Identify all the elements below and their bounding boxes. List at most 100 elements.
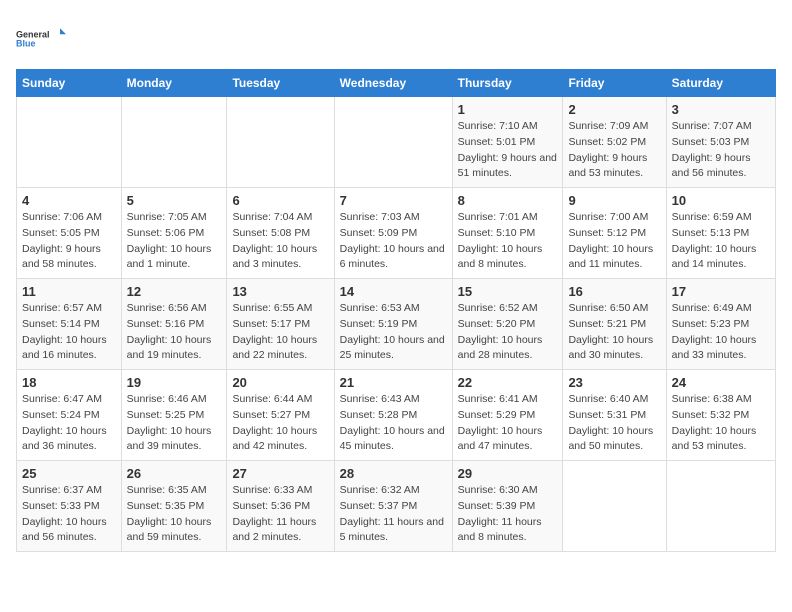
day-cell: [227, 97, 334, 188]
day-cell: 20Sunrise: 6:44 AMSunset: 5:27 PMDayligh…: [227, 370, 334, 461]
day-cell: 1Sunrise: 7:10 AMSunset: 5:01 PMDaylight…: [452, 97, 563, 188]
header-cell-friday: Friday: [563, 70, 666, 97]
day-cell: 26 Sunrise: 6:35 AMSunset: 5:35 PMDayligh…: [121, 461, 227, 552]
day-cell: 10Sunrise: 6:59 AMSunset: 5:13 PMDayligh…: [666, 188, 775, 279]
day-info: Sunrise: 6:32 AMSunset: 5:37 PMDaylight:…: [340, 483, 447, 546]
day-cell: [334, 97, 452, 188]
header-cell-sunday: Sunday: [17, 70, 122, 97]
day-cell: 28 Sunrise: 6:32 AMSunset: 5:37 PMDayligh…: [334, 461, 452, 552]
day-info: Sunrise: 7:01 AMSunset: 5:10 PMDaylight:…: [458, 210, 558, 273]
day-number: 27: [232, 466, 328, 481]
day-cell: [666, 461, 775, 552]
day-info: Sunrise: 6:38 AMSunset: 5:32 PMDaylight:…: [672, 392, 770, 455]
day-cell: 25Sunrise: 6:37 AMSunset: 5:33 PMDayligh…: [17, 461, 122, 552]
header-cell-saturday: Saturday: [666, 70, 775, 97]
day-cell: 16 Sunrise: 6:50 AMSunset: 5:21 PMDayligh…: [563, 279, 666, 370]
day-number: 22: [458, 375, 558, 390]
day-cell: 19 Sunrise: 6:46 AMSunset: 5:25 PMDayligh…: [121, 370, 227, 461]
day-cell: 3 Sunrise: 7:07 AMSunset: 5:03 PMDaylight…: [666, 97, 775, 188]
day-info: Sunrise: 6:44 AMSunset: 5:27 PMDaylight:…: [232, 392, 328, 455]
day-number: 3: [672, 102, 770, 117]
header-cell-thursday: Thursday: [452, 70, 563, 97]
day-info: Sunrise: 7:05 AMSunset: 5:06 PMDaylight:…: [127, 210, 222, 273]
logo-svg: General Blue: [16, 16, 66, 61]
day-cell: 11 Sunrise: 6:57 AMSunset: 5:14 PMDayligh…: [17, 279, 122, 370]
day-info: Sunrise: 6:30 AMSunset: 5:39 PMDaylight:…: [458, 483, 558, 546]
week-row-3: 11 Sunrise: 6:57 AMSunset: 5:14 PMDayligh…: [17, 279, 776, 370]
day-cell: 17 Sunrise: 6:49 AMSunset: 5:23 PMDayligh…: [666, 279, 775, 370]
day-info: Sunrise: 6:59 AMSunset: 5:13 PMDaylight:…: [672, 210, 770, 273]
day-info: Sunrise: 6:37 AMSunset: 5:33 PMDaylight:…: [22, 483, 116, 546]
logo: General Blue: [16, 16, 66, 61]
day-info: Sunrise: 6:46 AMSunset: 5:25 PMDaylight:…: [127, 392, 222, 455]
day-cell: 13 Sunrise: 6:55 AMSunset: 5:17 PMDayligh…: [227, 279, 334, 370]
day-info: Sunrise: 7:06 AMSunset: 5:05 PMDaylight:…: [22, 210, 116, 273]
day-info: Sunrise: 7:03 AMSunset: 5:09 PMDaylight:…: [340, 210, 447, 273]
day-number: 12: [127, 284, 222, 299]
day-cell: 2 Sunrise: 7:09 AMSunset: 5:02 PMDaylight…: [563, 97, 666, 188]
week-row-5: 25Sunrise: 6:37 AMSunset: 5:33 PMDayligh…: [17, 461, 776, 552]
day-number: 7: [340, 193, 447, 208]
week-row-4: 18 Sunrise: 6:47 AMSunset: 5:24 PMDayligh…: [17, 370, 776, 461]
day-number: 6: [232, 193, 328, 208]
day-cell: 27 Sunrise: 6:33 AMSunset: 5:36 PMDayligh…: [227, 461, 334, 552]
header-cell-monday: Monday: [121, 70, 227, 97]
day-cell: 21 Sunrise: 6:43 AMSunset: 5:28 PMDayligh…: [334, 370, 452, 461]
day-number: 21: [340, 375, 447, 390]
day-cell: 8 Sunrise: 7:01 AMSunset: 5:10 PMDaylight…: [452, 188, 563, 279]
day-info: Sunrise: 7:04 AMSunset: 5:08 PMDaylight:…: [232, 210, 328, 273]
day-number: 29: [458, 466, 558, 481]
day-info: Sunrise: 7:07 AMSunset: 5:03 PMDaylight:…: [672, 119, 770, 182]
header-cell-wednesday: Wednesday: [334, 70, 452, 97]
day-number: 15: [458, 284, 558, 299]
calendar-table: SundayMondayTuesdayWednesdayThursdayFrid…: [16, 69, 776, 552]
header: General Blue: [16, 16, 776, 61]
day-info: Sunrise: 6:47 AMSunset: 5:24 PMDaylight:…: [22, 392, 116, 455]
day-cell: 4 Sunrise: 7:06 AMSunset: 5:05 PMDaylight…: [17, 188, 122, 279]
day-number: 28: [340, 466, 447, 481]
day-cell: 22 Sunrise: 6:41 AMSunset: 5:29 PMDayligh…: [452, 370, 563, 461]
day-cell: 24 Sunrise: 6:38 AMSunset: 5:32 PMDayligh…: [666, 370, 775, 461]
day-cell: 15 Sunrise: 6:52 AMSunset: 5:20 PMDayligh…: [452, 279, 563, 370]
day-cell: 18 Sunrise: 6:47 AMSunset: 5:24 PMDayligh…: [17, 370, 122, 461]
day-number: 23: [568, 375, 660, 390]
day-info: Sunrise: 6:57 AMSunset: 5:14 PMDaylight:…: [22, 301, 116, 364]
day-number: 2: [568, 102, 660, 117]
day-info: Sunrise: 7:09 AMSunset: 5:02 PMDaylight:…: [568, 119, 660, 182]
day-cell: 7 Sunrise: 7:03 AMSunset: 5:09 PMDaylight…: [334, 188, 452, 279]
day-info: Sunrise: 6:41 AMSunset: 5:29 PMDaylight:…: [458, 392, 558, 455]
day-number: 4: [22, 193, 116, 208]
day-info: Sunrise: 6:53 AMSunset: 5:19 PMDaylight:…: [340, 301, 447, 364]
day-number: 16: [568, 284, 660, 299]
day-info: Sunrise: 6:43 AMSunset: 5:28 PMDaylight:…: [340, 392, 447, 455]
day-info: Sunrise: 7:00 AMSunset: 5:12 PMDaylight:…: [568, 210, 660, 273]
day-cell: 12 Sunrise: 6:56 AMSunset: 5:16 PMDayligh…: [121, 279, 227, 370]
day-info: Sunrise: 6:40 AMSunset: 5:31 PMDaylight:…: [568, 392, 660, 455]
day-info: Sunrise: 6:52 AMSunset: 5:20 PMDaylight:…: [458, 301, 558, 364]
day-number: 18: [22, 375, 116, 390]
day-info: Sunrise: 6:33 AMSunset: 5:36 PMDaylight:…: [232, 483, 328, 546]
week-row-2: 4 Sunrise: 7:06 AMSunset: 5:05 PMDaylight…: [17, 188, 776, 279]
svg-text:General: General: [16, 29, 50, 39]
day-cell: 23 Sunrise: 6:40 AMSunset: 5:31 PMDayligh…: [563, 370, 666, 461]
day-number: 19: [127, 375, 222, 390]
day-cell: [17, 97, 122, 188]
day-number: 8: [458, 193, 558, 208]
day-number: 17: [672, 284, 770, 299]
day-cell: 6 Sunrise: 7:04 AMSunset: 5:08 PMDaylight…: [227, 188, 334, 279]
day-cell: 29 Sunrise: 6:30 AMSunset: 5:39 PMDayligh…: [452, 461, 563, 552]
day-number: 24: [672, 375, 770, 390]
day-info: Sunrise: 6:50 AMSunset: 5:21 PMDaylight:…: [568, 301, 660, 364]
day-info: Sunrise: 6:35 AMSunset: 5:35 PMDaylight:…: [127, 483, 222, 546]
day-number: 11: [22, 284, 116, 299]
day-number: 5: [127, 193, 222, 208]
day-number: 26: [127, 466, 222, 481]
day-info: Sunrise: 6:55 AMSunset: 5:17 PMDaylight:…: [232, 301, 328, 364]
day-info: Sunrise: 6:49 AMSunset: 5:23 PMDaylight:…: [672, 301, 770, 364]
day-cell: [121, 97, 227, 188]
day-info: Sunrise: 6:56 AMSunset: 5:16 PMDaylight:…: [127, 301, 222, 364]
day-number: 13: [232, 284, 328, 299]
header-row: SundayMondayTuesdayWednesdayThursdayFrid…: [17, 70, 776, 97]
day-cell: [563, 461, 666, 552]
day-number: 1: [458, 102, 558, 117]
